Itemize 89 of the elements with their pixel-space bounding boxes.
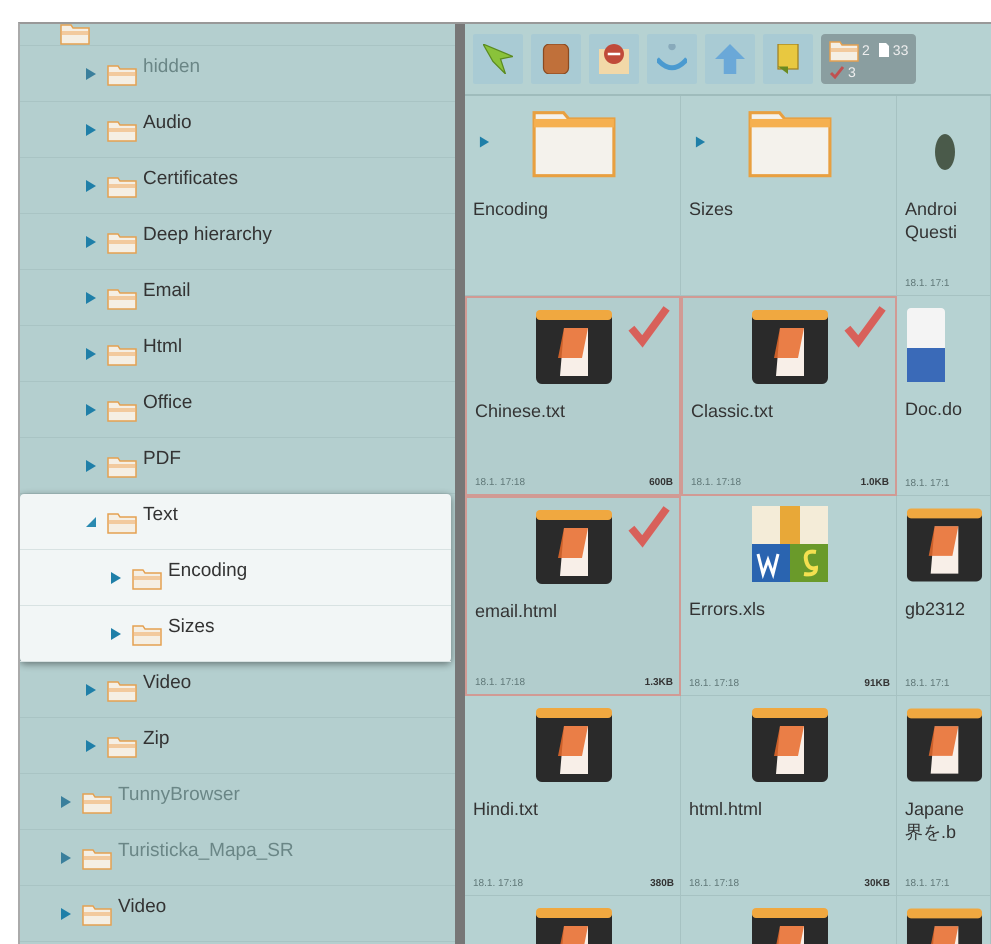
file-date: 18.1. 17:18 — [475, 677, 526, 688]
checkmark-icon — [627, 504, 671, 548]
file-name: Classic.txt — [691, 400, 774, 423]
collapse-toggle-icon[interactable] — [85, 516, 97, 528]
file-tile[interactable]: Errors.xls 18.1. 17:18 91KB — [681, 496, 897, 696]
file-date: 18.1. 17:1 — [905, 878, 950, 889]
expand-toggle-icon[interactable] — [85, 124, 97, 136]
file-name: Errors.xls — [689, 598, 766, 621]
folder-label[interactable]: Video — [118, 886, 166, 918]
up-icon — [715, 44, 745, 74]
file-tile[interactable]: Chinese.txt 18.1. 17:18 600B — [465, 296, 681, 496]
block-icon — [599, 44, 629, 74]
file-size: 1.0KB — [860, 477, 889, 488]
checkmark-icon — [627, 304, 671, 348]
selected-count: 3 — [848, 64, 856, 80]
file-tile[interactable]: html.html 18.1. 17:18 30KB — [681, 696, 897, 896]
office-apps-icon — [750, 504, 830, 584]
folder-label[interactable]: Html — [143, 326, 182, 358]
file-tile[interactable]: gb2312 18.1. 17:1 — [897, 496, 991, 696]
file-tile[interactable]: Sizes — [681, 96, 897, 296]
file-name: Hindi.txt — [473, 798, 540, 821]
copy-button[interactable] — [763, 34, 813, 84]
file-name: Androi Questi — [905, 198, 958, 244]
folder-label[interactable]: PDF — [143, 438, 181, 470]
expand-toggle-icon[interactable] — [85, 292, 97, 304]
file-date: 18.1. 17:1 — [905, 478, 950, 489]
expand-toggle-icon[interactable] — [110, 628, 122, 640]
file-tile[interactable]: Doc.do 18.1. 17:1 — [897, 296, 991, 496]
file-name: html.html — [689, 798, 764, 821]
file-size: 1.3KB — [644, 677, 673, 688]
file-tile[interactable]: Hindi.txt 18.1. 17:18 380B — [465, 696, 681, 896]
file-tile[interactable]: email.html 18.1. 17:18 1.3KB — [465, 496, 681, 696]
file-name: Sizes — [689, 198, 734, 221]
file-date: 18.1. 17:18 — [689, 678, 740, 689]
expand-toggle-icon[interactable] — [85, 68, 97, 80]
expand-toggle-icon[interactable] — [60, 908, 72, 920]
expand-toggle-icon[interactable] — [85, 684, 97, 696]
folder-label[interactable]: Zip — [143, 718, 170, 750]
file-count: 33 — [892, 42, 908, 58]
file-name: email.html — [475, 600, 558, 623]
file-date: 18.1. 17:18 — [691, 477, 742, 488]
file-name: gb2312 — [905, 598, 966, 621]
file-date: 18.1. 17:1 — [905, 678, 950, 689]
expand-toggle-icon[interactable] — [60, 796, 72, 808]
file-size: 600B — [649, 477, 673, 488]
block-button[interactable] — [589, 34, 639, 84]
expand-toggle-icon[interactable] — [479, 136, 490, 148]
file-name: Japane 界を.b — [905, 798, 966, 844]
file-date: 18.1. 17:18 — [689, 878, 740, 889]
folder-label[interactable]: Email — [143, 270, 191, 302]
file-date: 18.1. 17:18 — [473, 878, 524, 889]
file-size: 30KB — [864, 878, 890, 889]
folder-label[interactable]: Encoding — [168, 550, 248, 582]
file-size: 380B — [650, 878, 674, 889]
up-button[interactable] — [705, 34, 755, 84]
file-name: Chinese.txt — [475, 400, 566, 423]
share-button[interactable] — [647, 34, 697, 84]
file-name: Doc.do — [905, 398, 964, 421]
expand-toggle-icon[interactable] — [85, 460, 97, 472]
folder-label[interactable]: Sizes — [168, 606, 214, 638]
expand-toggle-icon[interactable] — [85, 236, 97, 248]
delete-button[interactable] — [531, 34, 581, 84]
file-tile[interactable]: Androi Questi 18.1. 17:1 — [897, 96, 991, 296]
folder-label[interactable]: Office — [143, 382, 192, 414]
folder-icon — [60, 24, 90, 45]
folder-label[interactable]: Video — [143, 662, 192, 694]
folder-label[interactable]: Deep hierarchy — [143, 214, 272, 246]
file-count-icon — [878, 42, 890, 58]
checkmark-icon — [843, 304, 887, 348]
add-button[interactable] — [473, 34, 523, 84]
expand-toggle-icon[interactable] — [85, 180, 97, 192]
file-tile[interactable]: Classic.txt 18.1. 17:18 1.0KB — [681, 296, 897, 496]
expand-toggle-icon[interactable] — [85, 348, 97, 360]
file-name: Encoding — [473, 198, 550, 221]
expand-toggle-icon[interactable] — [695, 136, 706, 148]
file-date: 18.1. 17:1 — [905, 278, 950, 289]
expand-toggle-icon[interactable] — [60, 852, 72, 864]
file-date: 18.1. 17:18 — [475, 477, 526, 488]
folder-label[interactable]: Certificates — [143, 158, 238, 190]
expand-toggle-icon[interactable] — [85, 740, 97, 752]
file-size: 91KB — [864, 678, 890, 689]
folder-count: 2 — [862, 42, 870, 58]
folder-label[interactable]: Audio — [143, 102, 192, 134]
file-tile[interactable]: Encoding — [465, 96, 681, 296]
expand-toggle-icon[interactable] — [85, 404, 97, 416]
folder-label[interactable]: Text — [143, 494, 178, 526]
file-tile[interactable]: Japane 界を.b 18.1. 17:1 — [897, 696, 991, 896]
expand-toggle-icon[interactable] — [110, 572, 122, 584]
check-count-icon — [829, 64, 845, 80]
